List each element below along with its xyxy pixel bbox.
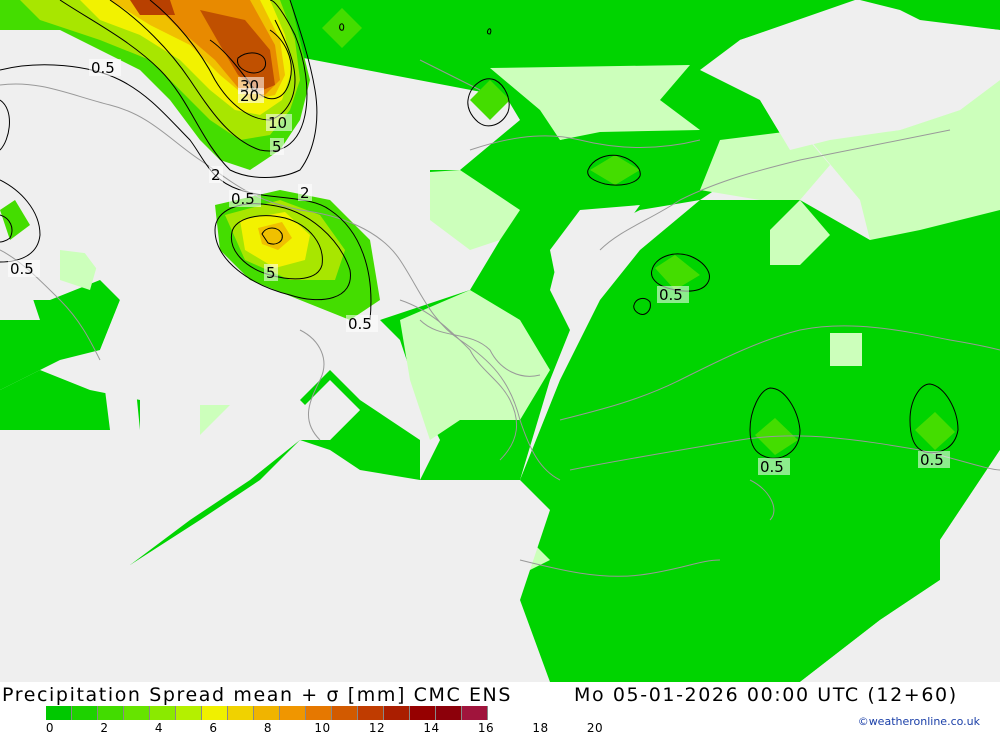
color-swatch — [332, 706, 358, 720]
contour-label: 2 — [300, 184, 310, 202]
contour-label: 0.5 — [91, 59, 115, 77]
color-swatch — [176, 706, 202, 720]
contour-label: 2 — [211, 166, 221, 184]
color-swatch — [358, 706, 384, 720]
valid-time: Mo 05-01-2026 00:00 UTC (12+60) — [574, 684, 958, 706]
credit-text: ©weatheronline.co.uk — [857, 715, 980, 728]
color-swatch — [436, 706, 462, 720]
color-swatch — [228, 706, 254, 720]
map-title: Precipitation Spread mean + σ [mm] CMC E… — [2, 684, 513, 706]
color-scale-bar — [46, 706, 488, 720]
color-swatch — [98, 706, 124, 720]
color-swatch — [254, 706, 280, 720]
color-swatch — [202, 706, 228, 720]
contour-label: 20 — [240, 87, 259, 105]
contour-label: 5 — [266, 264, 276, 282]
precipitation-map: 0.5 30 20 10 5 2 0.5 2 0.5 5 0.5 0.5 0.5 — [0, 0, 1000, 682]
color-swatch — [46, 706, 72, 720]
contour-label: 5 — [272, 138, 282, 156]
color-swatch — [384, 706, 410, 720]
color-swatch — [462, 706, 488, 720]
contour-label: 0.5 — [659, 286, 683, 304]
color-swatch — [124, 706, 150, 720]
color-swatch — [72, 706, 98, 720]
color-swatch — [410, 706, 436, 720]
contour-label: 0.5 — [920, 451, 944, 469]
contour-label: 0.5 — [231, 190, 255, 208]
contour-label: 0.5 — [348, 315, 372, 333]
color-swatch — [150, 706, 176, 720]
map-footer: Precipitation Spread mean + σ [mm] CMC E… — [0, 682, 1000, 735]
color-swatch — [280, 706, 306, 720]
color-swatch — [306, 706, 332, 720]
contour-label: 0.5 — [10, 260, 34, 278]
contour-label: 10 — [268, 114, 287, 132]
map-canvas: 0.5 30 20 10 5 2 0.5 2 0.5 5 0.5 0.5 0.5 — [0, 0, 1000, 682]
contour-label: 0.5 — [760, 458, 784, 476]
